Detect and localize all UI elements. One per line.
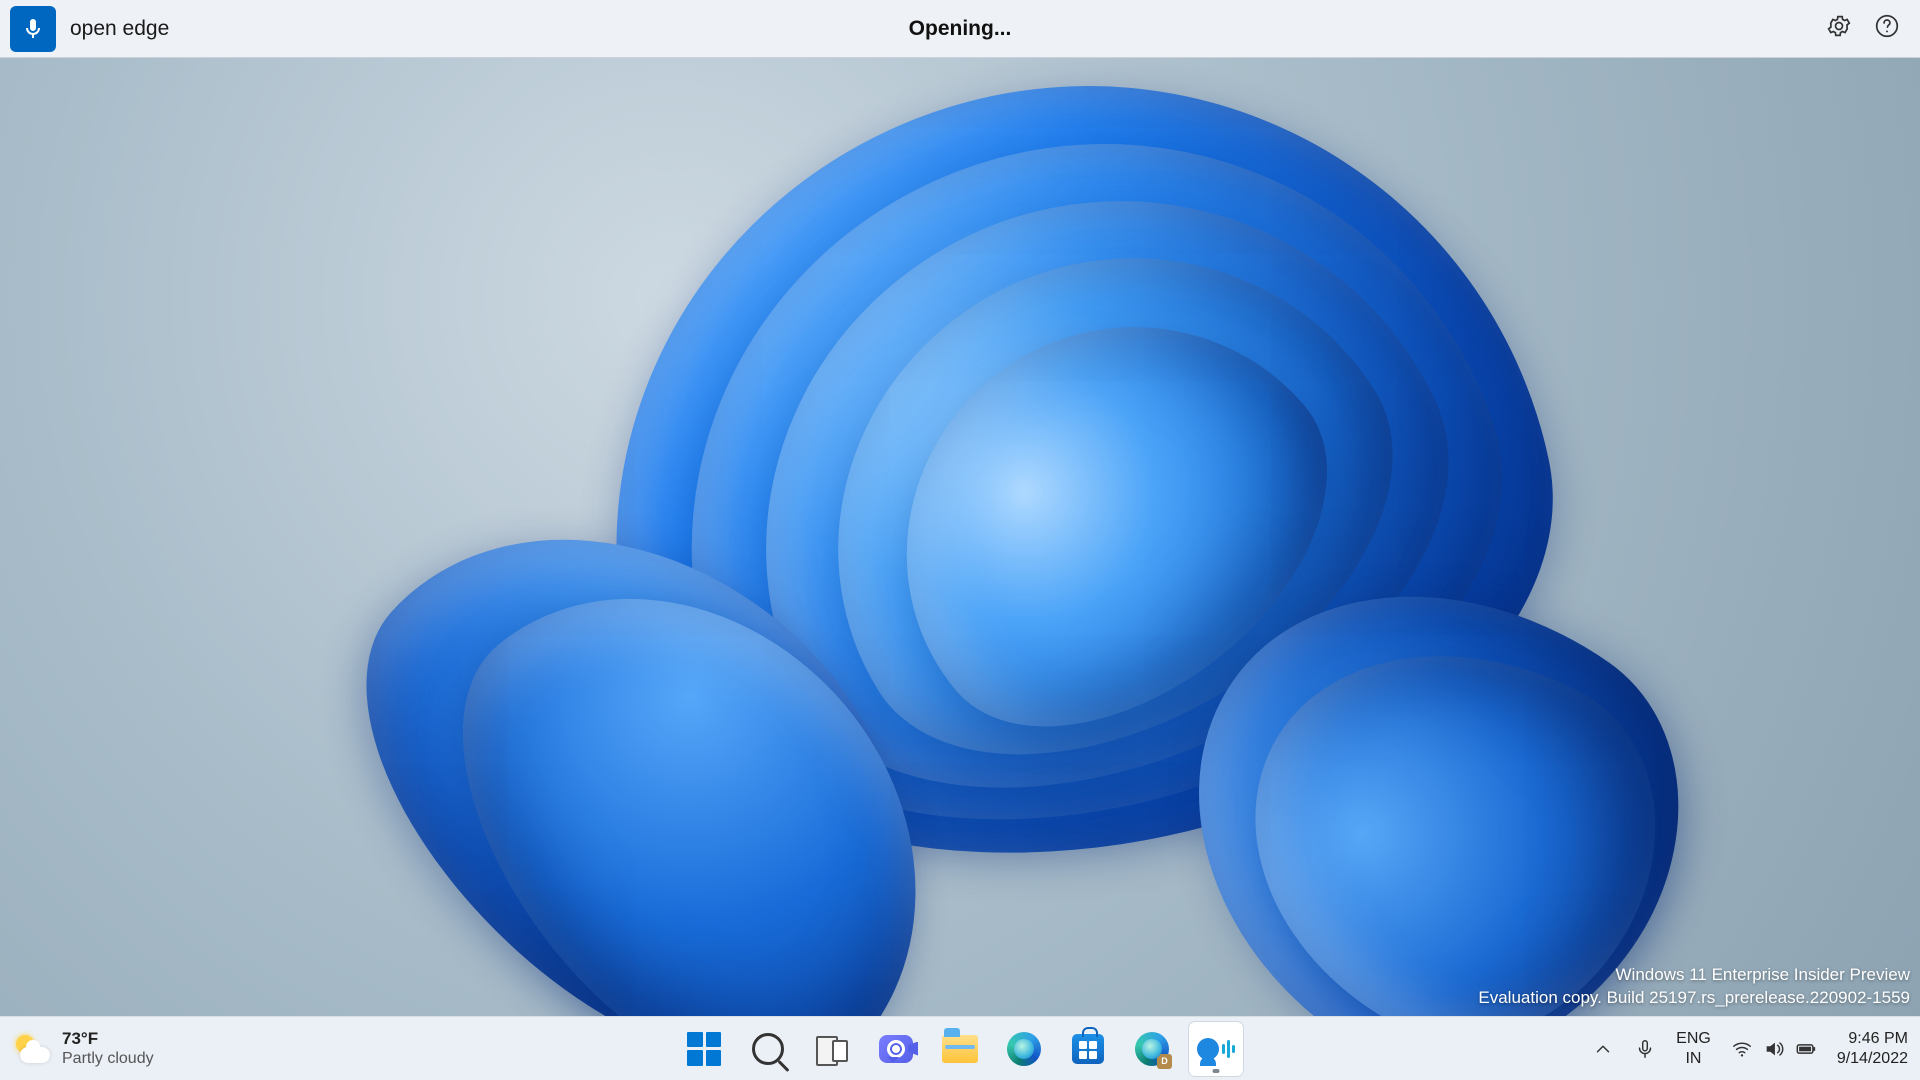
store-icon [1072, 1034, 1104, 1064]
wifi-icon [1731, 1038, 1753, 1060]
battery-button [1795, 1038, 1817, 1060]
help-icon [1874, 13, 1900, 39]
wallpaper-bloom-graphic [0, 58, 1920, 1016]
tray-microphone-button[interactable] [1634, 1038, 1656, 1060]
voice-access-bar: open edge Opening... [0, 0, 1920, 58]
microphone-icon [21, 17, 45, 41]
tray-microphone-icon [1634, 1038, 1656, 1060]
start-button[interactable] [677, 1022, 731, 1076]
task-view-button[interactable] [805, 1022, 859, 1076]
voice-access-settings-button[interactable] [1826, 13, 1852, 44]
battery-icon [1795, 1038, 1817, 1060]
chat-icon [879, 1035, 913, 1063]
voice-access-icon [1197, 1038, 1235, 1060]
volume-icon [1763, 1038, 1785, 1060]
file-explorer-button[interactable] [933, 1022, 987, 1076]
insider-watermark: Windows 11 Enterprise Insider Preview Ev… [1478, 964, 1910, 1010]
taskbar-center: D [677, 1022, 1243, 1076]
taskbar-weather-widget[interactable]: 73°F Partly cloudy [14, 1017, 154, 1080]
settings-icon [1826, 13, 1852, 39]
search-icon [752, 1033, 784, 1065]
clock-date-text: 9/14/2022 [1837, 1049, 1908, 1068]
tray-overflow-button[interactable] [1592, 1038, 1614, 1060]
search-button[interactable] [741, 1022, 795, 1076]
taskbar: 73°F Partly cloudy D [0, 1016, 1920, 1080]
voice-access-mic-button[interactable] [10, 6, 56, 52]
voice-access-button[interactable] [1189, 1022, 1243, 1076]
wifi-button [1731, 1038, 1753, 1060]
desktop-wallpaper[interactable]: Windows 11 Enterprise Insider Preview Ev… [0, 58, 1920, 1016]
weather-description: Partly cloudy [62, 1049, 154, 1069]
watermark-line1: Windows 11 Enterprise Insider Preview [1478, 964, 1910, 987]
file-explorer-icon [942, 1035, 978, 1063]
volume-button [1763, 1038, 1785, 1060]
language-indicator[interactable]: ENG IN [1676, 1029, 1711, 1067]
watermark-line2: Evaluation copy. Build 25197.rs_prerelea… [1478, 987, 1910, 1010]
language-bottom: IN [1676, 1049, 1711, 1068]
edge-dev-icon: D [1135, 1032, 1169, 1066]
chevron-up-icon [1592, 1038, 1614, 1060]
chat-button[interactable] [869, 1022, 923, 1076]
windows-logo-icon [687, 1032, 721, 1066]
weather-icon [14, 1031, 50, 1067]
microsoft-store-button[interactable] [1061, 1022, 1115, 1076]
system-tray[interactable] [1731, 1038, 1817, 1060]
voice-command-text: open edge [70, 17, 169, 41]
edge-dev-button[interactable]: D [1125, 1022, 1179, 1076]
voice-status-text: Opening... [909, 17, 1012, 41]
taskbar-right: ENG IN 9:46 PM 9/14/2022 [1592, 1017, 1908, 1080]
clock-date[interactable]: 9:46 PM 9/14/2022 [1837, 1029, 1908, 1067]
edge-button[interactable] [997, 1022, 1051, 1076]
language-top: ENG [1676, 1029, 1711, 1048]
clock-time: 9:46 PM [1837, 1029, 1908, 1048]
dev-badge: D [1157, 1054, 1172, 1069]
weather-temperature: 73°F [62, 1028, 154, 1049]
voice-access-help-button[interactable] [1874, 13, 1900, 44]
edge-icon [1007, 1032, 1041, 1066]
task-view-icon [816, 1036, 848, 1062]
